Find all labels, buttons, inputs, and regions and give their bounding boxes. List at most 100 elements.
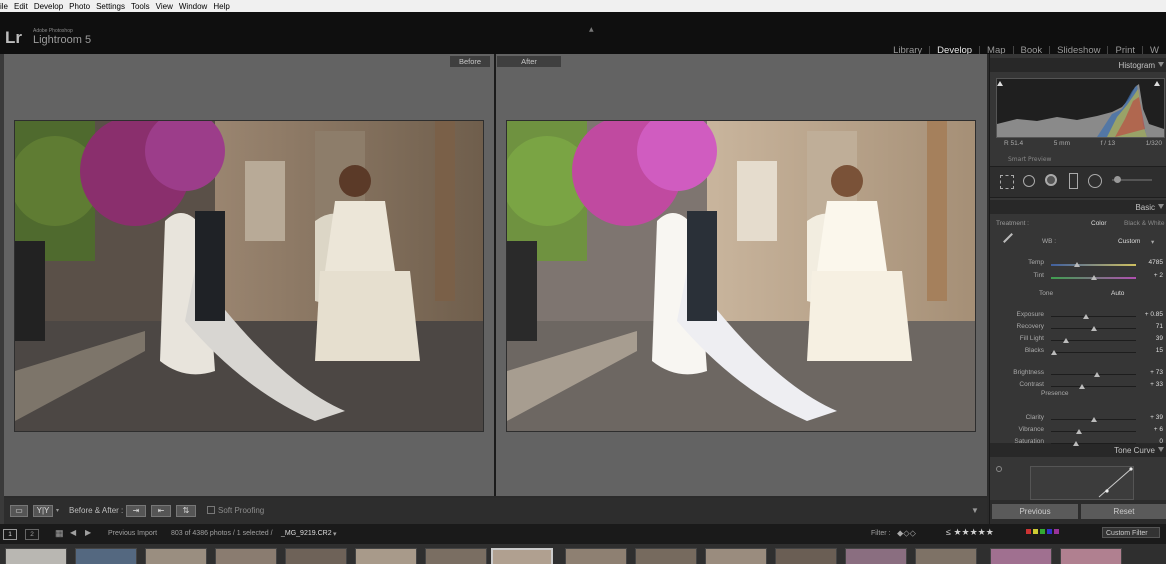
crop-icon[interactable] <box>1000 175 1014 189</box>
menu-item[interactable]: Develop <box>34 2 63 11</box>
slider-value-tint[interactable]: + 2 <box>1154 272 1163 279</box>
custom-filter-select[interactable]: Custom Filter <box>1102 527 1160 538</box>
forward-arrow-icon[interactable]: ▶ <box>85 528 91 537</box>
filmstrip-thumbnail[interactable] <box>355 548 417 564</box>
photo-count: 803 of 4386 photos / 1 selected / <box>171 530 273 537</box>
slider-value-exposure[interactable]: + 0.85 <box>1145 311 1163 318</box>
slider-thumb-exposure[interactable] <box>1082 314 1089 319</box>
filmstrip-thumbnail[interactable] <box>215 548 277 564</box>
screen-1-button[interactable]: 1 <box>3 529 17 540</box>
menu-item[interactable]: Help <box>213 2 229 11</box>
menu-item[interactable]: Photo <box>69 2 90 11</box>
slider-track-saturation[interactable] <box>1051 443 1136 444</box>
color-label-filter[interactable] <box>1026 529 1074 538</box>
copy-after-to-before-button[interactable]: ⇤ <box>151 505 171 517</box>
wb-preset[interactable]: Custom <box>1118 238 1140 245</box>
chevron-down-icon[interactable]: ▾ <box>56 507 59 514</box>
menu-item[interactable]: Tools <box>131 2 150 11</box>
collapse-tone-curve-icon[interactable] <box>1158 447 1164 452</box>
loupe-view-button[interactable]: ▭ <box>10 505 28 517</box>
slider-thumb-temp[interactable] <box>1073 262 1080 267</box>
slider-track-blacks[interactable] <box>1051 352 1136 353</box>
filmstrip-thumbnail[interactable] <box>915 548 977 564</box>
filmstrip-thumbnail-selected[interactable] <box>491 548 553 564</box>
before-after-view-button[interactable]: Y|Y <box>33 505 53 517</box>
menu-item[interactable]: View <box>156 2 173 11</box>
slider-thumb-tint[interactable] <box>1090 275 1097 280</box>
basic-header[interactable]: Basic <box>990 200 1166 214</box>
grid-icon[interactable]: ▦ <box>55 528 64 539</box>
collapse-histogram-icon[interactable] <box>1158 62 1164 67</box>
filmstrip-thumbnail[interactable] <box>565 548 627 564</box>
copy-before-to-after-button[interactable]: ⇥ <box>126 505 146 517</box>
graduated-filter-icon[interactable] <box>1069 173 1078 189</box>
tone-auto-button[interactable]: Auto <box>1111 290 1124 297</box>
slider-label-recovery: Recovery <box>1016 323 1044 330</box>
flag-filter-icons[interactable]: ⬥⬦⬦ <box>897 528 916 539</box>
tone-curve-graph[interactable] <box>1030 466 1134 500</box>
slider-value-fill-light[interactable]: 39 <box>1156 335 1163 342</box>
menu-item[interactable]: Settings <box>96 2 125 11</box>
menu-item[interactable]: Window <box>179 2 207 11</box>
slider-value-saturation[interactable]: 0 <box>1159 438 1163 445</box>
filmstrip-thumbnail[interactable] <box>705 548 767 564</box>
histogram-header[interactable]: Histogram <box>990 58 1166 72</box>
histogram-title: Histogram <box>1118 61 1155 70</box>
filmstrip-thumbnail[interactable] <box>5 548 67 564</box>
reset-button[interactable]: Reset <box>1081 504 1166 519</box>
wb-chevron-icon[interactable]: ▾ <box>1151 238 1154 246</box>
slider-value-contrast[interactable]: + 33 <box>1150 381 1163 388</box>
slider-thumb-saturation[interactable] <box>1072 441 1079 446</box>
white-balance-picker-icon[interactable] <box>1003 233 1013 243</box>
filmstrip-thumbnail[interactable] <box>145 548 207 564</box>
swap-settings-button[interactable]: ⇅ <box>176 505 196 517</box>
slider-thumb-contrast[interactable] <box>1078 384 1085 389</box>
slider-track-vibrance[interactable] <box>1051 431 1136 432</box>
slider-value-clarity[interactable]: + 39 <box>1150 414 1163 421</box>
slider-value-blacks[interactable]: 15 <box>1156 347 1163 354</box>
slider-thumb-brightness[interactable] <box>1093 372 1100 377</box>
filmstrip-thumbnail[interactable] <box>990 548 1052 564</box>
slider-thumb-recovery[interactable] <box>1090 326 1097 331</box>
menu-item[interactable]: ile <box>0 2 8 11</box>
radial-filter-icon[interactable] <box>1088 174 1102 188</box>
toolbar-menu-chevron-icon[interactable]: ▼ <box>971 506 979 515</box>
filmstrip-thumbnail[interactable] <box>285 548 347 564</box>
slider-track-contrast[interactable] <box>1051 386 1136 387</box>
collapse-top-panel-icon[interactable]: ▲ <box>589 26 594 33</box>
slider-value-vibrance[interactable]: + 6 <box>1154 426 1163 433</box>
previous-button[interactable]: Previous <box>992 504 1078 519</box>
filmstrip-thumbnail[interactable] <box>635 548 697 564</box>
slider-value-recovery[interactable]: 71 <box>1156 323 1163 330</box>
slider-thumb-vibrance[interactable] <box>1076 429 1083 434</box>
filename-chevron-icon[interactable]: ▾ <box>333 530 337 538</box>
filmstrip-thumbnail[interactable] <box>775 548 837 564</box>
filmstrip-thumbnail[interactable] <box>75 548 137 564</box>
menu-item[interactable]: Edit <box>14 2 28 11</box>
slider-value-brightness[interactable]: + 73 <box>1150 369 1163 376</box>
collapse-basic-icon[interactable] <box>1158 204 1164 209</box>
rating-filter[interactable]: ≤ ★★★★★ <box>946 527 994 538</box>
source-label[interactable]: Previous Import <box>108 530 157 537</box>
filmstrip-thumbnail[interactable] <box>1060 548 1122 564</box>
filename[interactable]: _MG_9219.CR2 <box>281 530 332 537</box>
filmstrip-thumbnail[interactable] <box>425 548 487 564</box>
spot-removal-icon[interactable] <box>1023 175 1035 187</box>
menu-bar: ile Edit Develop Photo Settings Tools View Wind… <box>0 0 1166 12</box>
treatment-color[interactable]: Color <box>1091 220 1107 227</box>
curve-target-icon[interactable] <box>996 466 1002 472</box>
filmstrip-thumbnail[interactable] <box>845 548 907 564</box>
slider-track-temp[interactable] <box>1051 264 1136 266</box>
slider-thumb-fill-light[interactable] <box>1063 338 1070 343</box>
slider-thumb-clarity[interactable] <box>1090 417 1097 422</box>
screen-2-button[interactable]: 2 <box>25 529 39 540</box>
lightroom-logo: Lr <box>5 28 22 47</box>
slider-label-blacks: Blacks <box>1024 347 1044 354</box>
slider-value-temp[interactable]: 4785 <box>1149 259 1163 266</box>
red-eye-icon[interactable] <box>1045 174 1057 186</box>
soft-proofing-checkbox[interactable] <box>207 506 215 514</box>
back-arrow-icon[interactable]: ◀ <box>70 528 76 537</box>
slider-track-exposure[interactable] <box>1051 316 1136 317</box>
treatment-black-white[interactable]: Black & White <box>1124 220 1164 227</box>
slider-thumb-blacks[interactable] <box>1051 350 1058 355</box>
